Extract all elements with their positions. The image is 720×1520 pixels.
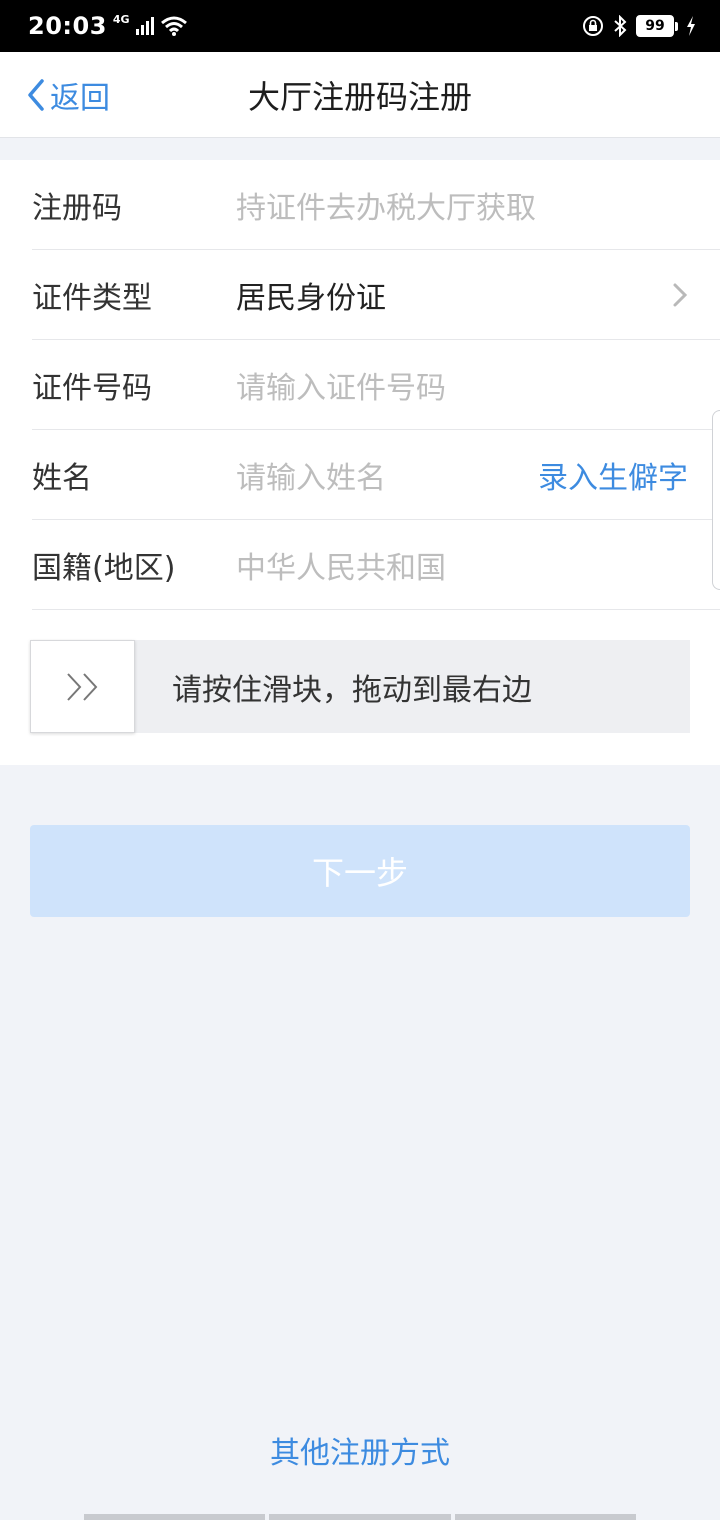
name-input[interactable]: 请输入姓名	[236, 453, 386, 497]
registration-code-input[interactable]: 持证件去办税大厅获取	[236, 183, 536, 227]
status-right: 99	[582, 15, 696, 37]
id-number-label: 证件号码	[32, 370, 152, 406]
signal-icon	[135, 17, 154, 35]
edge-panel-handle[interactable]	[712, 410, 720, 590]
charging-icon	[687, 16, 695, 36]
form-row-registration-code[interactable]: 注册码 持证件去办税大厅获取	[32, 160, 720, 250]
status-bar: 20:03 4G 99	[0, 0, 720, 52]
rare-character-link[interactable]: 录入生僻字	[538, 453, 688, 497]
chevron-right-icon	[673, 283, 688, 307]
back-button[interactable]: 返回	[26, 52, 110, 138]
nationality-input[interactable]: 中华人民共和国	[236, 543, 446, 587]
slider-handle[interactable]	[30, 640, 135, 733]
name-label: 姓名	[32, 460, 92, 496]
id-type-label: 证件类型	[32, 280, 152, 316]
bottom-tab-strip	[84, 1514, 636, 1520]
bottom-tab-segment	[84, 1514, 266, 1520]
id-type-select[interactable]: 居民身份证	[236, 273, 386, 317]
bottom-tab-segment	[454, 1514, 636, 1520]
form-row-id-type[interactable]: 证件类型 居民身份证	[32, 250, 720, 340]
network-type-label: 4G	[112, 12, 130, 26]
other-registration-methods-link[interactable]: 其他注册方式	[0, 1428, 720, 1472]
id-number-input[interactable]: 请输入证件号码	[236, 363, 446, 407]
battery-level: 99	[636, 15, 674, 37]
bluetooth-icon	[614, 15, 627, 37]
slider-captcha[interactable]: 请按住滑块，拖动到最右边	[30, 640, 690, 733]
form-row-id-number[interactable]: 证件号码 请输入证件号码	[32, 340, 720, 430]
slider-hint-text: 请按住滑块，拖动到最右边	[172, 672, 532, 708]
next-step-button[interactable]: 下一步	[30, 825, 690, 917]
status-left: 20:03 4G	[28, 12, 188, 40]
double-chevron-right-icon	[66, 672, 97, 701]
form-row-name[interactable]: 姓名 请输入姓名 录入生僻字	[32, 430, 720, 520]
wifi-icon	[160, 16, 187, 36]
registration-code-label: 注册码	[32, 190, 122, 226]
battery-icon: 99	[636, 15, 678, 37]
nav-bar: 返回 大厅注册码注册	[0, 52, 720, 138]
nationality-label: 国籍(地区)	[32, 550, 176, 586]
bottom-tab-segment	[269, 1514, 451, 1520]
form-row-nationality[interactable]: 国籍(地区) 中华人民共和国	[32, 520, 720, 610]
status-time: 20:03	[28, 12, 107, 40]
lock-rotation-icon	[583, 16, 603, 36]
chevron-left-icon	[28, 79, 44, 111]
back-label: 返回	[50, 81, 110, 116]
